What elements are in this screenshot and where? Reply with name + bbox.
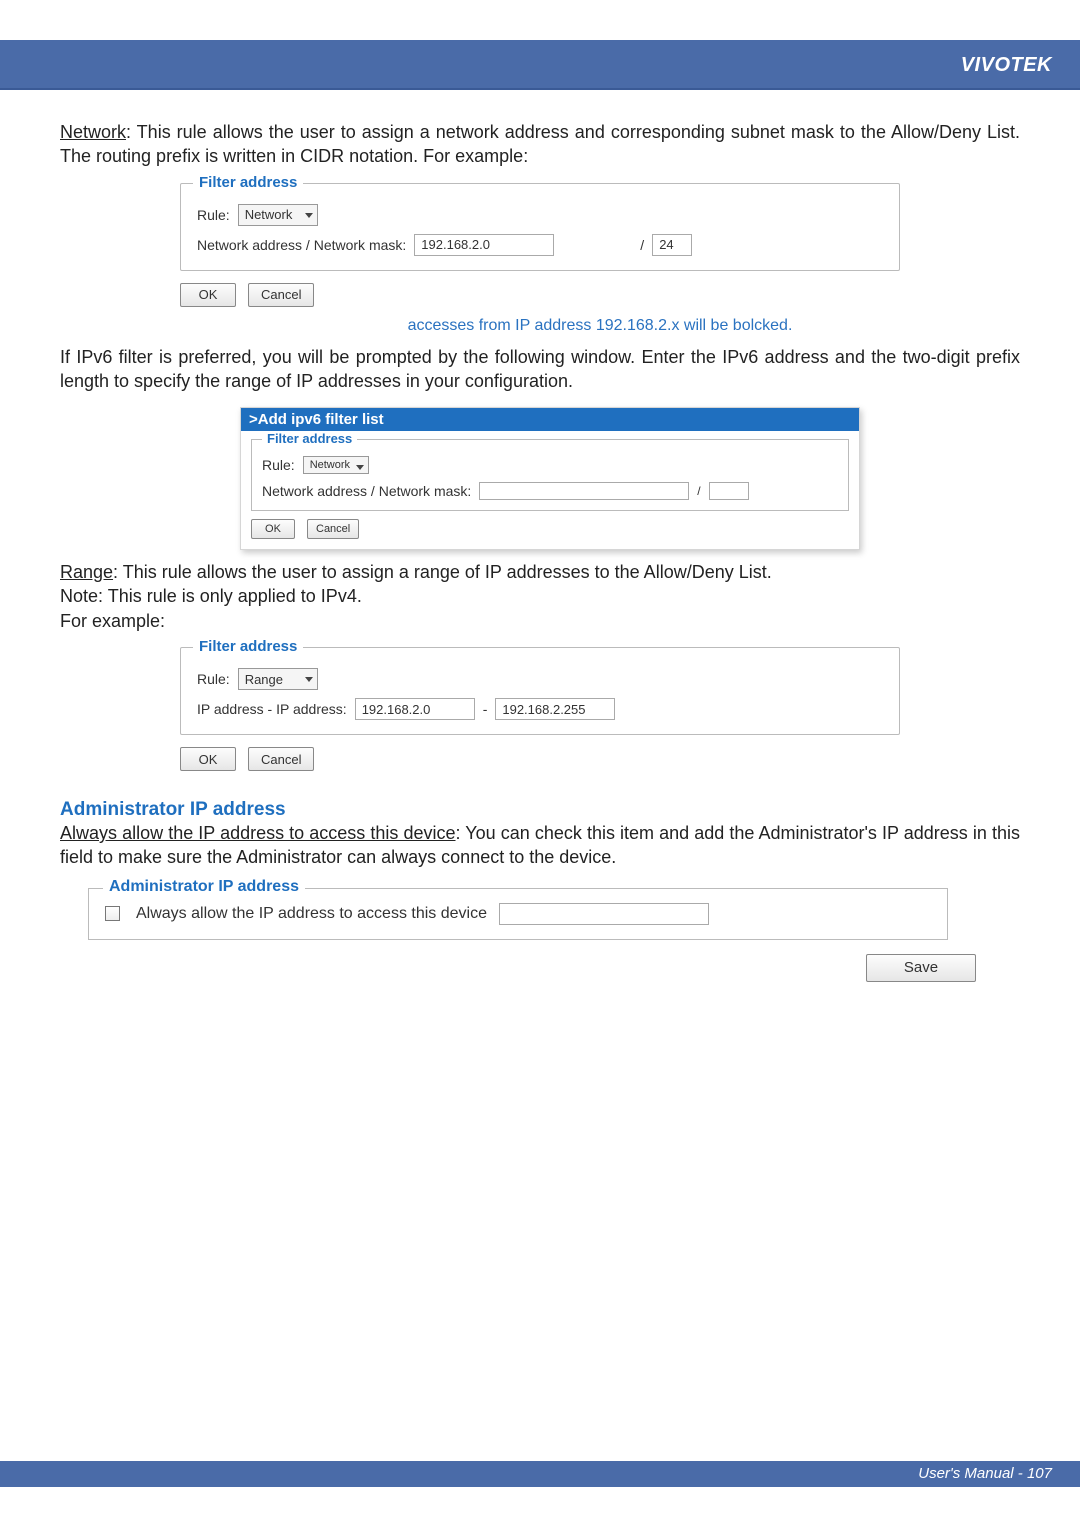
ipv6-rule-label: Rule: xyxy=(262,457,295,473)
admin-paragraph: Always allow the IP address to access th… xyxy=(60,821,1020,870)
range-paragraph: Range: This rule allows the user to assi… xyxy=(60,560,1020,584)
ipv6-mask-input[interactable] xyxy=(709,482,749,500)
network-address-label: Network address / Network mask: xyxy=(197,237,406,253)
admin-heading: Administrator IP address xyxy=(60,799,1020,821)
slash-label: / xyxy=(640,237,644,253)
rule-select[interactable]: Network xyxy=(238,204,318,226)
ipv6-address-label: Network address / Network mask: xyxy=(262,483,471,499)
ok-button[interactable]: OK xyxy=(180,283,236,307)
cancel-button[interactable]: Cancel xyxy=(248,283,314,307)
footer-text: User's Manual - 107 xyxy=(918,1465,1052,1482)
page-content: Network: This rule allows the user to as… xyxy=(60,120,1020,982)
always-allow-label: Always allow the IP address to access th… xyxy=(136,905,487,923)
ipv6-dialog-title: >Add ipv6 filter list xyxy=(241,408,859,431)
range-filter-fieldset: Filter address Rule: Range IP address - … xyxy=(180,647,900,735)
range-example: For example: xyxy=(60,609,1020,633)
ipv6-slash-label: / xyxy=(697,484,700,498)
range-desc: : This rule allows the user to assign a … xyxy=(113,562,772,582)
ipv6-ok-button[interactable]: OK xyxy=(251,519,295,539)
header-band: VIVOTEK xyxy=(0,40,1080,90)
ipv6-rule-value: Network xyxy=(310,459,350,471)
network-address-input[interactable]: 192.168.2.0 xyxy=(414,234,554,256)
range-from-input[interactable]: 192.168.2.0 xyxy=(355,698,475,720)
network-paragraph: Network: This rule allows the user to as… xyxy=(60,120,1020,169)
footer-band: User's Manual - 107 xyxy=(0,1461,1080,1487)
rule-label: Rule: xyxy=(197,207,230,223)
figure-range-filter: Filter address Rule: Range IP address - … xyxy=(180,647,1020,771)
ipv6-rule-select[interactable]: Network xyxy=(303,456,369,474)
network-desc: : This rule allows the user to assign a … xyxy=(60,122,1020,166)
figure-network-filter: Filter address Rule: Network Network add… xyxy=(180,183,1020,335)
range-ok-button[interactable]: OK xyxy=(180,747,236,771)
dash-label: - xyxy=(483,701,488,717)
admin-ip-legend: Administrator IP address xyxy=(103,878,305,896)
rule-value: Network xyxy=(245,207,293,222)
filter-address-legend: Filter address xyxy=(193,174,303,191)
admin-ip-fieldset: Administrator IP address Always allow th… xyxy=(88,888,948,940)
admin-ip-input[interactable] xyxy=(499,903,709,925)
brand-text: VIVOTEK xyxy=(961,54,1052,77)
range-to-input[interactable]: 192.168.2.255 xyxy=(495,698,615,720)
admin-label: Always allow the IP address to access th… xyxy=(60,823,456,843)
filter-address-fieldset: Filter address Rule: Network Network add… xyxy=(180,183,900,271)
admin-section: Administrator IP address Always allow th… xyxy=(60,799,1020,982)
always-allow-checkbox[interactable] xyxy=(105,906,120,921)
network-caption: accesses from IP address 192.168.2.x wil… xyxy=(180,317,1020,335)
range-address-label: IP address - IP address: xyxy=(197,701,347,717)
range-note: Note: This rule is only applied to IPv4. xyxy=(60,584,1020,608)
ipv6-filter-fieldset: Filter address Rule: Network Network add… xyxy=(251,439,849,511)
range-label: Range xyxy=(60,562,113,582)
ipv6-filter-legend: Filter address xyxy=(262,431,357,446)
ipv6-cancel-button[interactable]: Cancel xyxy=(307,519,359,539)
figure-ipv6-dialog: >Add ipv6 filter list Filter address Rul… xyxy=(240,407,860,550)
ipv6-address-input[interactable] xyxy=(479,482,689,500)
range-rule-value: Range xyxy=(245,672,283,687)
ipv6-paragraph: If IPv6 filter is preferred, you will be… xyxy=(60,345,1020,394)
network-mask-input[interactable]: 24 xyxy=(652,234,692,256)
range-cancel-button[interactable]: Cancel xyxy=(248,747,314,771)
range-filter-legend: Filter address xyxy=(193,638,303,655)
range-rule-select[interactable]: Range xyxy=(238,668,318,690)
save-button[interactable]: Save xyxy=(866,954,976,982)
range-rule-label: Rule: xyxy=(197,671,230,687)
network-label: Network xyxy=(60,122,126,142)
